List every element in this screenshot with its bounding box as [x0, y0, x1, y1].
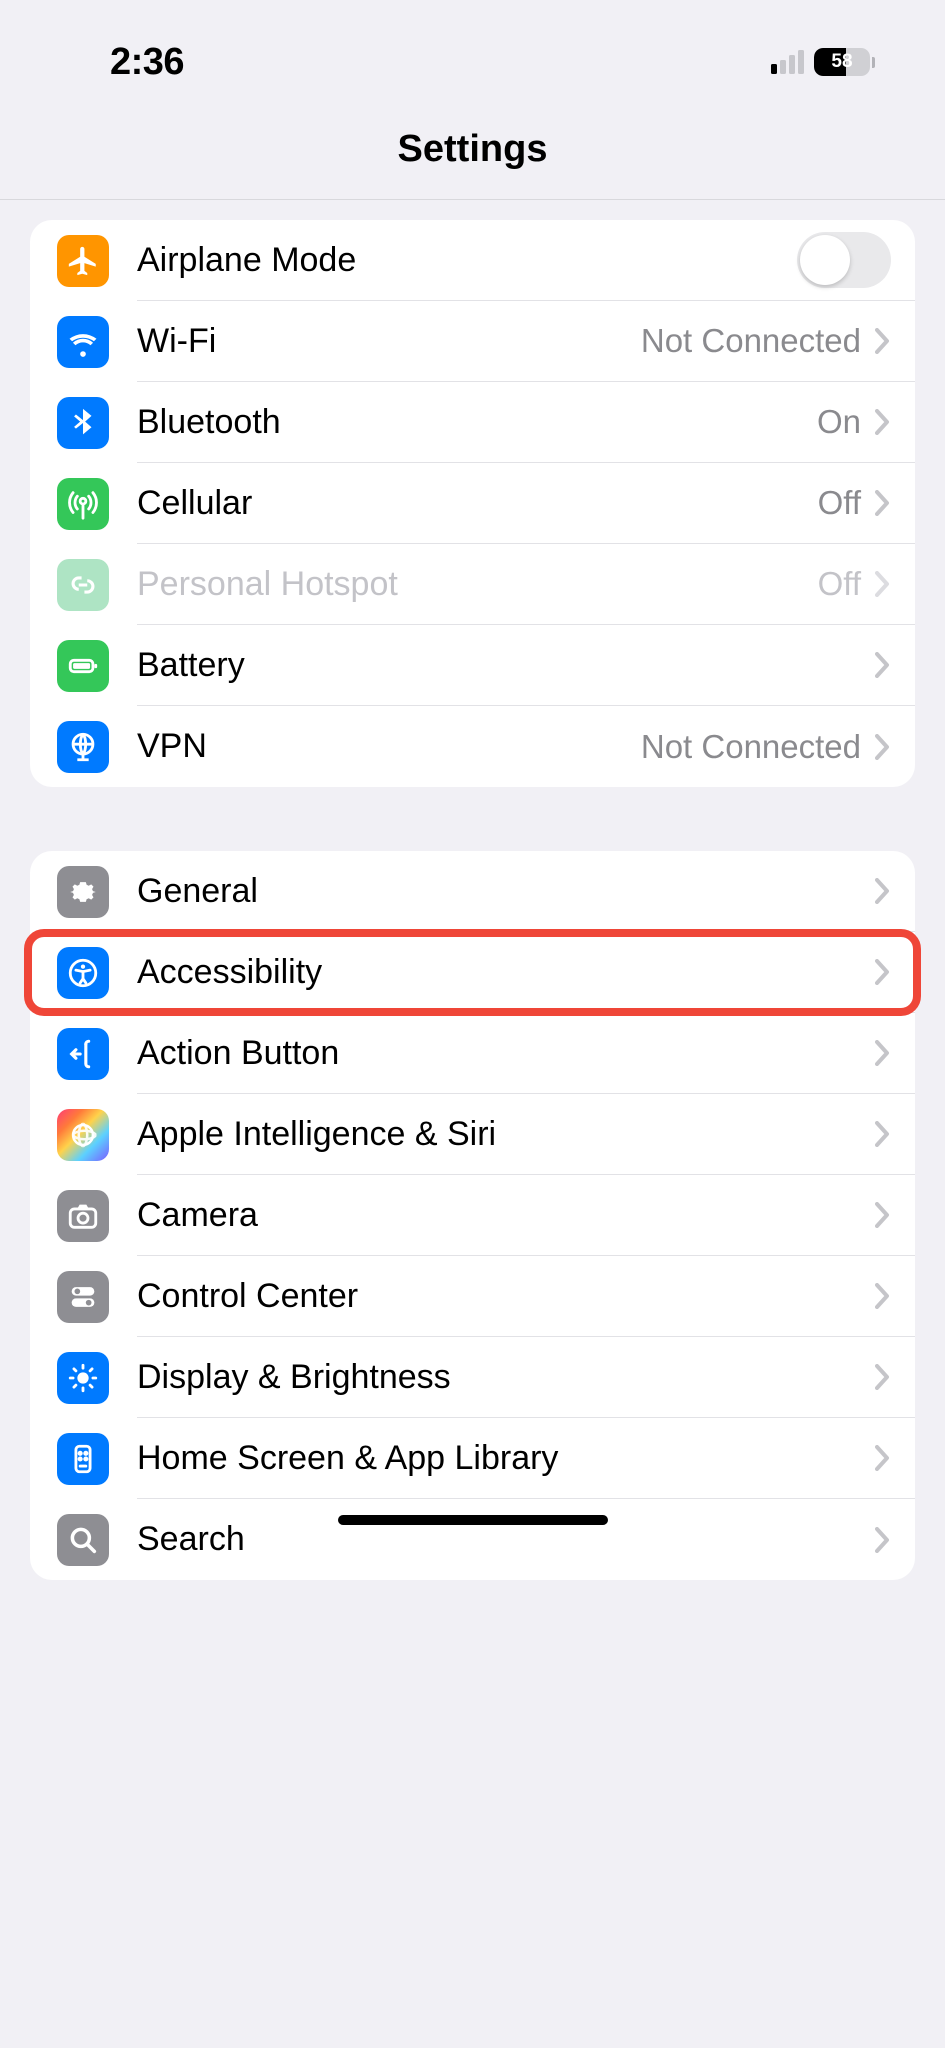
cellular-signal-icon — [771, 50, 804, 74]
row-label: Cellular — [137, 484, 818, 523]
row-value: Not Connected — [641, 322, 861, 360]
chevron-right-icon — [875, 1040, 891, 1066]
row-action-button[interactable]: Action Button — [30, 1013, 915, 1094]
row-battery[interactable]: Battery — [30, 625, 915, 706]
row-label: Home Screen & App Library — [137, 1439, 875, 1478]
airplane-icon — [57, 235, 109, 287]
action-button-icon — [57, 1028, 109, 1080]
status-icons: 58 — [771, 48, 895, 76]
chevron-right-icon — [875, 652, 891, 678]
home-indicator[interactable] — [338, 1515, 608, 1525]
brightness-icon — [57, 1352, 109, 1404]
wifi-icon — [57, 316, 109, 368]
row-label: Battery — [137, 646, 875, 685]
airplane-mode-toggle[interactable] — [797, 232, 891, 288]
vpn-icon — [57, 721, 109, 773]
battery-level: 58 — [814, 48, 870, 76]
row-label: Action Button — [137, 1034, 875, 1073]
gear-icon — [57, 866, 109, 918]
battery-icon — [57, 640, 109, 692]
row-label: Accessibility — [137, 953, 875, 992]
settings-group-general: General Accessibility A — [30, 851, 915, 1580]
row-search[interactable]: Search — [30, 1499, 915, 1580]
battery-indicator: 58 — [814, 48, 875, 76]
row-vpn[interactable]: VPN Not Connected — [30, 706, 915, 787]
status-time: 2:36 — [50, 41, 184, 84]
row-personal-hotspot: Personal Hotspot Off — [30, 544, 915, 625]
row-label: Search — [137, 1520, 875, 1559]
row-label: Control Center — [137, 1277, 875, 1316]
page-title: Settings — [0, 90, 945, 200]
row-display-brightness[interactable]: Display & Brightness — [30, 1337, 915, 1418]
siri-icon — [57, 1109, 109, 1161]
chevron-right-icon — [875, 734, 891, 760]
row-value: On — [817, 403, 861, 441]
row-value: Off — [818, 565, 861, 603]
row-label: Apple Intelligence & Siri — [137, 1115, 875, 1154]
bluetooth-icon — [57, 397, 109, 449]
row-wifi[interactable]: Wi-Fi Not Connected — [30, 301, 915, 382]
row-apple-intelligence-siri[interactable]: Apple Intelligence & Siri — [30, 1094, 915, 1175]
row-label: Bluetooth — [137, 403, 817, 442]
row-label: Wi-Fi — [137, 322, 641, 361]
search-icon — [57, 1514, 109, 1566]
chevron-right-icon — [875, 490, 891, 516]
row-cellular[interactable]: Cellular Off — [30, 463, 915, 544]
camera-icon — [57, 1190, 109, 1242]
row-value: Not Connected — [641, 728, 861, 766]
chevron-right-icon — [875, 1283, 891, 1309]
hotspot-icon — [57, 559, 109, 611]
control-center-icon — [57, 1271, 109, 1323]
row-camera[interactable]: Camera — [30, 1175, 915, 1256]
status-bar: 2:36 58 — [0, 0, 945, 90]
row-label: Airplane Mode — [137, 241, 797, 280]
home-screen-icon — [57, 1433, 109, 1485]
row-control-center[interactable]: Control Center — [30, 1256, 915, 1337]
chevron-right-icon — [875, 1202, 891, 1228]
row-value: Off — [818, 484, 861, 522]
accessibility-icon — [57, 947, 109, 999]
row-label: Display & Brightness — [137, 1358, 875, 1397]
chevron-right-icon — [875, 1445, 891, 1471]
row-label: Camera — [137, 1196, 875, 1235]
row-label: VPN — [137, 727, 641, 766]
row-label: General — [137, 872, 875, 911]
chevron-right-icon — [875, 959, 891, 985]
settings-group-connectivity: Airplane Mode Wi-Fi Not Connected — [30, 220, 915, 787]
chevron-right-icon — [875, 1364, 891, 1390]
row-airplane-mode[interactable]: Airplane Mode — [30, 220, 915, 301]
row-accessibility[interactable]: Accessibility — [30, 932, 915, 1013]
chevron-right-icon — [875, 409, 891, 435]
chevron-right-icon — [875, 1527, 891, 1553]
chevron-right-icon — [875, 878, 891, 904]
chevron-right-icon — [875, 1121, 891, 1147]
row-general[interactable]: General — [30, 851, 915, 932]
row-label: Personal Hotspot — [137, 565, 818, 604]
row-home-screen[interactable]: Home Screen & App Library — [30, 1418, 915, 1499]
chevron-right-icon — [875, 571, 891, 597]
chevron-right-icon — [875, 328, 891, 354]
row-bluetooth[interactable]: Bluetooth On — [30, 382, 915, 463]
cellular-icon — [57, 478, 109, 530]
